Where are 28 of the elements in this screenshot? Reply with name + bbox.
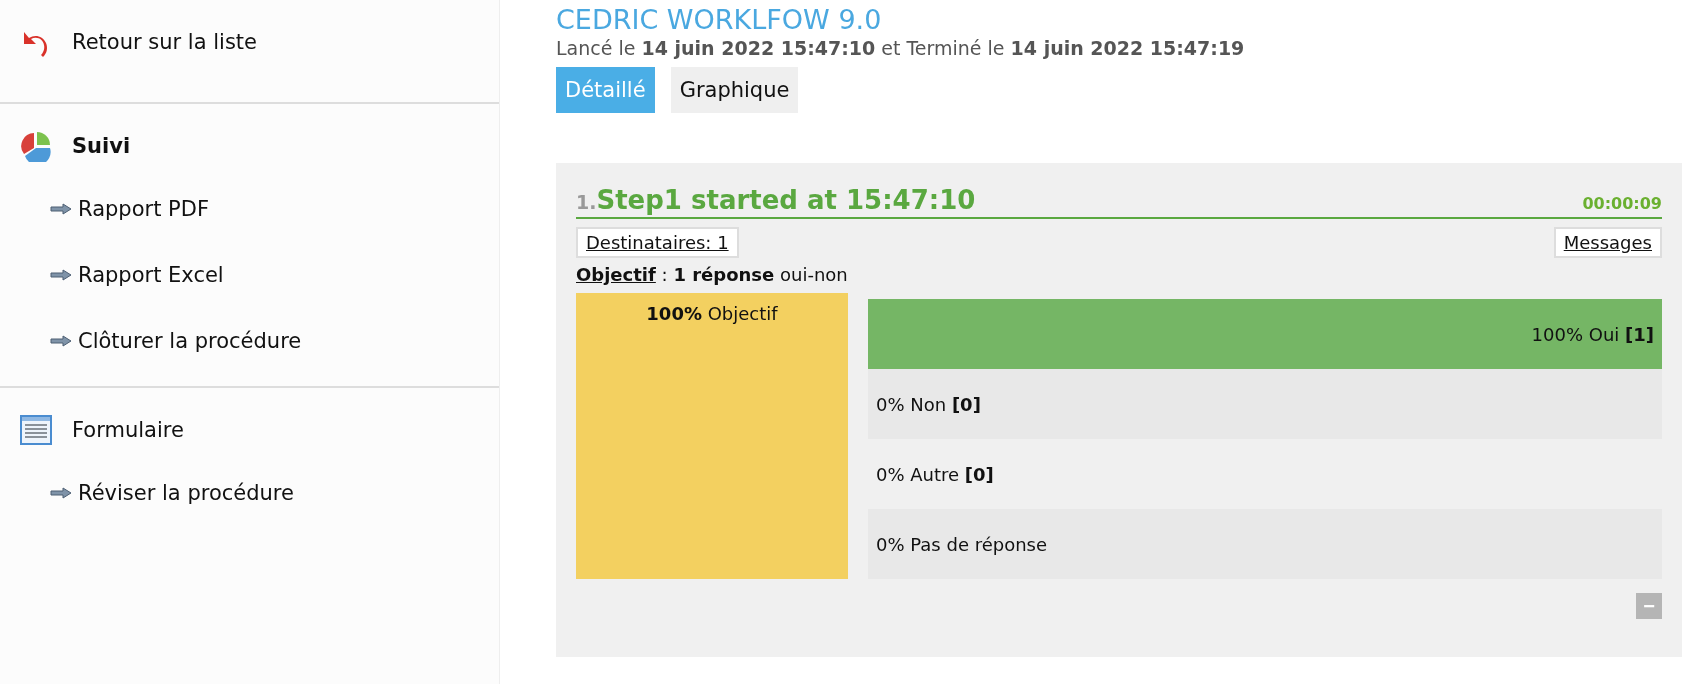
arrow-icon	[50, 203, 72, 215]
answer-label: 100% Oui [1]	[1531, 323, 1654, 345]
step-duration: 00:00:09	[1582, 194, 1662, 213]
sidebar-link[interactable]: Rapport PDF	[0, 176, 499, 242]
sidebar-link[interactable]: Clôturer la procédure	[0, 308, 499, 374]
answer-label: 0% Pas de réponse	[876, 533, 1048, 555]
pie-chart-icon	[20, 130, 52, 162]
recipients-button[interactable]: Destinataires: 1	[576, 227, 739, 258]
arrow-icon	[50, 335, 72, 347]
objective-text: Objectif : 1 réponse oui-non	[576, 264, 849, 285]
sidebar-link[interactable]: Formulaire	[72, 418, 184, 442]
run-dates: Lancé le 14 juin 2022 15:47:10 et Terminé le 14 juin 2022 15:47:19	[556, 37, 1246, 59]
step-number: 1.	[576, 191, 597, 213]
sidebar-link[interactable]: Retour sur la liste	[72, 30, 257, 54]
page-title: CEDRIC WORKLFOW 9.0	[556, 4, 883, 35]
sidebar-link[interactable]: Suivi	[72, 134, 131, 158]
view-tab[interactable]: Graphique	[670, 67, 799, 113]
objective-link[interactable]: Objectif	[576, 264, 656, 285]
sidebar-link[interactable]: Réviser la procédure	[0, 460, 499, 526]
answer-label: 0% Autre [0]	[876, 463, 994, 485]
list-icon	[20, 414, 52, 446]
step-title: Step1 started at 15:47:10	[596, 185, 976, 215]
messages-button[interactable]: Messages	[1553, 227, 1662, 258]
sidebar-link[interactable]: Rapport Excel	[0, 242, 499, 308]
objective-box: 100% Objectif	[576, 293, 848, 579]
arrow-icon	[50, 487, 72, 499]
answer-label: 0% Non [0]	[876, 393, 981, 415]
arrow-icon	[50, 269, 72, 281]
